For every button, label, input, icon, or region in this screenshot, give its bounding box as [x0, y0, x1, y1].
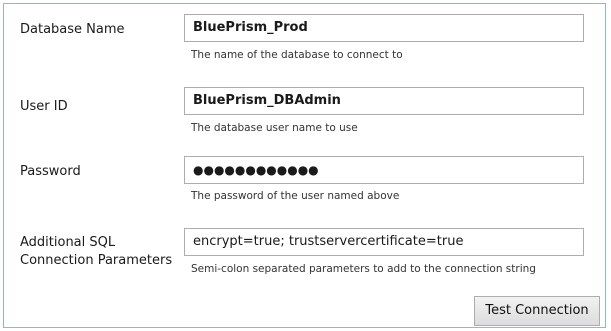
password-hint: The password of the user named above: [191, 190, 400, 202]
user-id-hint: The database user name to use: [191, 122, 358, 134]
database-name-hint: The name of the database to connect to: [191, 49, 403, 61]
database-name-field[interactable]: BluePrism_Prod: [184, 14, 584, 42]
additional-params-label-line2: Connection Parameters: [20, 253, 173, 268]
additional-params-field[interactable]: encrypt=true; trustservercertificate=tru…: [184, 228, 584, 256]
user-id-field[interactable]: BluePrism_DBAdmin: [184, 87, 584, 115]
database-name-label: Database Name: [20, 22, 125, 37]
password-field[interactable]: ●●●●●●●●●●●●: [184, 156, 584, 184]
database-connection-panel: Database Name BluePrism_Prod The name of…: [3, 3, 606, 328]
user-id-label: User ID: [20, 99, 68, 114]
additional-params-label-line1: Additional SQL: [20, 235, 116, 250]
password-label: Password: [20, 164, 81, 179]
additional-params-hint: Semi-colon separated parameters to add t…: [191, 263, 536, 275]
test-connection-button[interactable]: Test Connection: [474, 296, 600, 326]
